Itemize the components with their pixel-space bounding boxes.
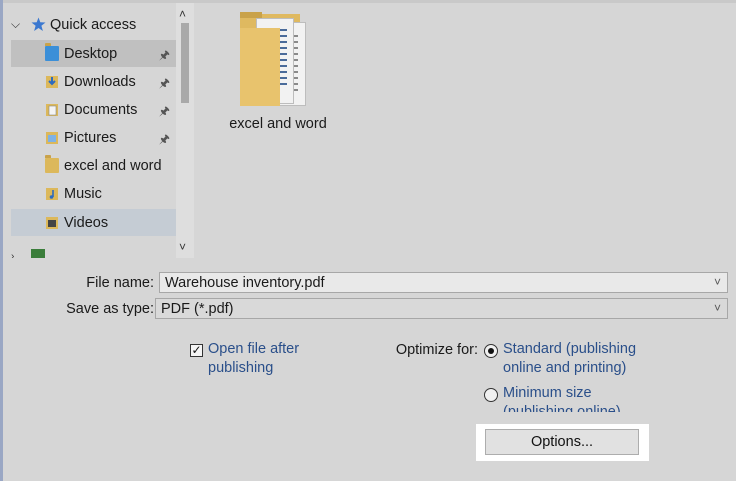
sidebar-item-label: Videos: [64, 214, 109, 231]
minimum-line1: Minimum size: [503, 385, 592, 401]
sidebar-item-label: Desktop: [64, 45, 118, 62]
chevron-down-icon[interactable]: ⌵: [11, 17, 25, 32]
chevron-down-icon[interactable]: ˅: [714, 275, 721, 289]
save-as-type-value: PDF (*.pdf): [161, 300, 234, 317]
app-icon: [31, 249, 45, 258]
radio-minimum-size[interactable]: [484, 388, 498, 402]
options-button[interactable]: Options...: [485, 429, 639, 455]
folder-name[interactable]: excel and word: [218, 116, 338, 132]
sidebar-item-downloads[interactable]: Downloads 🖈: [11, 68, 176, 95]
options-button-highlight: Options...: [476, 424, 649, 461]
scrollbar-thumb[interactable]: [181, 23, 189, 103]
folder-item-excel-and-word[interactable]: [238, 12, 308, 107]
radio-standard[interactable]: [484, 344, 498, 358]
documents-icon: [45, 102, 59, 117]
save-as-type-select[interactable]: PDF (*.pdf) ˅: [155, 298, 728, 319]
scroll-up-icon[interactable]: ˄: [179, 7, 186, 21]
pictures-icon: [45, 130, 59, 145]
nav-scrollbar[interactable]: ˄ ˅: [176, 3, 194, 258]
open-after-label[interactable]: Open file after publishing: [208, 340, 299, 378]
sidebar-item-pictures[interactable]: Pictures 🖈: [11, 124, 176, 151]
standard-option-label[interactable]: Standard (publishing online and printing…: [503, 340, 636, 378]
sidebar-item-desktop[interactable]: Desktop 🖈: [11, 40, 176, 67]
sidebar-item-videos[interactable]: Videos: [11, 209, 176, 236]
pin-icon[interactable]: 🖈: [159, 130, 170, 151]
sidebar-item-label: Pictures: [64, 129, 117, 146]
optimize-for-label: Optimize for:: [395, 342, 478, 358]
standard-line1: Standard (publishing: [503, 341, 637, 357]
sidebar-item-label: excel and word: [64, 157, 162, 174]
nav-quick-access[interactable]: ⌵ Quick access: [3, 11, 178, 38]
save-as-type-label: Save as type:: [66, 301, 154, 317]
sidebar-item-excel-and-word[interactable]: excel and word: [11, 152, 176, 179]
chevron-down-icon[interactable]: ˅: [714, 301, 721, 315]
checkmark-icon: ✓: [191, 343, 202, 357]
star-icon: [31, 17, 46, 32]
standard-line2: online and printing): [503, 360, 627, 376]
desktop-folder-icon: [45, 43, 59, 61]
download-arrow-icon: [45, 74, 59, 89]
folder-icon: [45, 155, 59, 173]
sidebar-item-label: Music: [64, 185, 102, 202]
open-after-line2: publishing: [208, 360, 274, 376]
file-name-input[interactable]: Warehouse inventory.pdf ˅: [159, 272, 728, 293]
file-name-label: File name:: [86, 275, 154, 291]
folder-front: [240, 28, 280, 106]
sidebar-item-documents[interactable]: Documents 🖈: [11, 96, 176, 123]
videos-icon: [45, 215, 59, 230]
sidebar-item-label: Downloads: [64, 73, 136, 90]
minimum-line2: (publishing online): [503, 404, 621, 412]
pin-icon[interactable]: 🖈: [159, 74, 170, 95]
navigation-pane[interactable]: ⌵ Quick access Desktop 🖈 Downloads 🖈 Doc…: [3, 3, 178, 258]
open-after-line1: Open file after: [208, 341, 300, 357]
pin-icon[interactable]: 🖈: [159, 102, 170, 123]
quick-access-label: Quick access: [50, 16, 137, 33]
music-icon: [45, 186, 59, 201]
pin-icon[interactable]: 🖈: [159, 46, 170, 67]
nav-item-partially-hidden[interactable]: ›: [3, 243, 168, 258]
open-after-checkbox[interactable]: ✓: [190, 344, 203, 357]
file-name-value: Warehouse inventory.pdf: [165, 274, 325, 291]
scroll-down-icon[interactable]: ˅: [179, 240, 186, 254]
sidebar-item-label: Documents: [64, 101, 138, 118]
chevron-right-icon[interactable]: ›: [11, 251, 25, 258]
sidebar-item-music[interactable]: Music: [11, 180, 176, 207]
minimum-size-option-label[interactable]: Minimum size (publishing online): [503, 384, 621, 412]
